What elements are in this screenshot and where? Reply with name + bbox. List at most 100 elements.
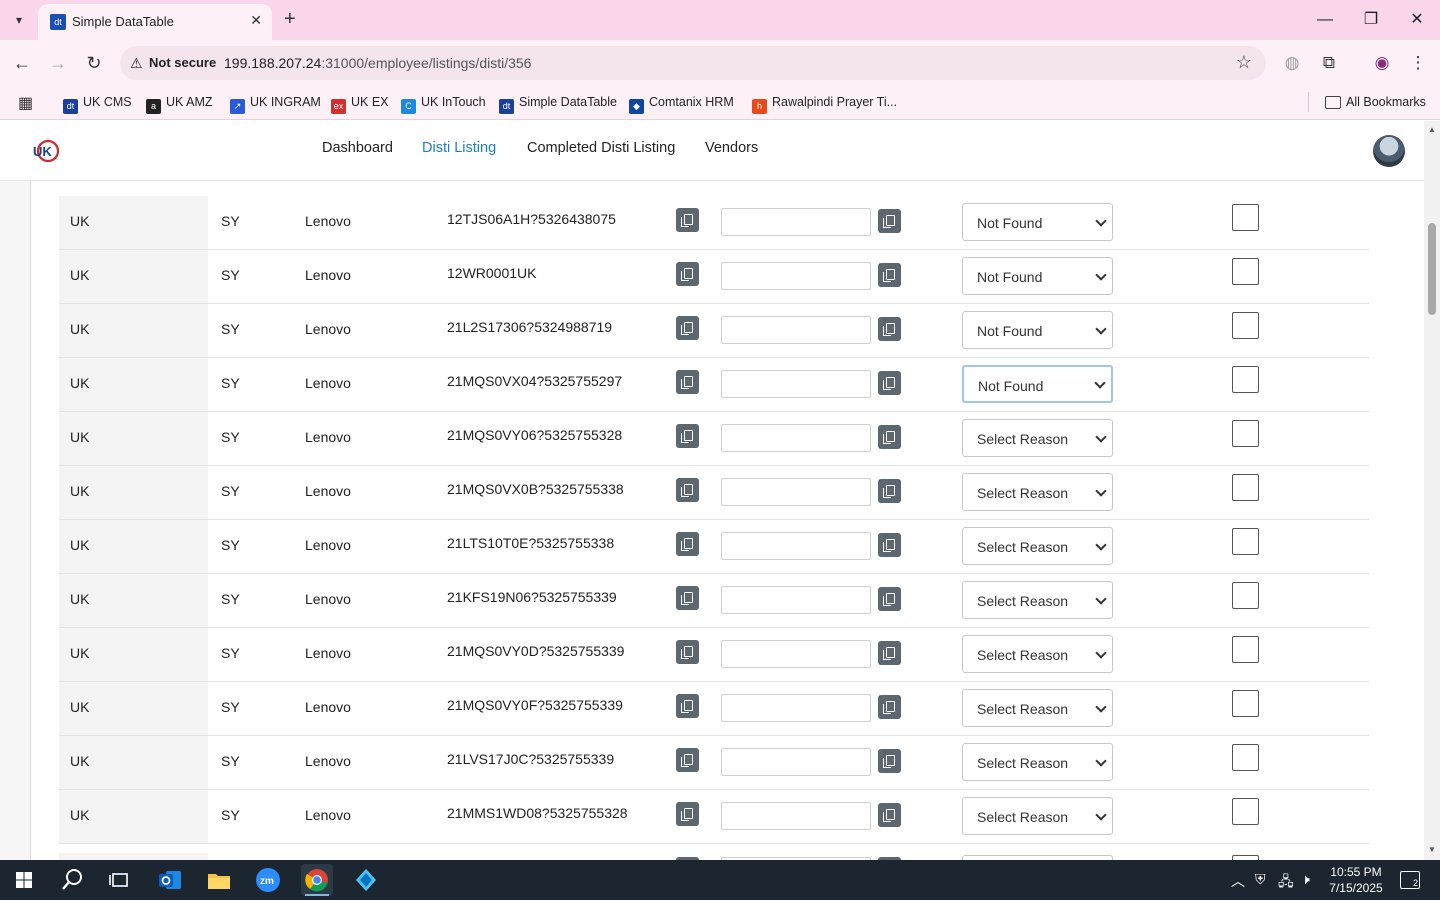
chrome-taskbar-button[interactable] — [301, 864, 333, 896]
reason-select[interactable]: Select Reason — [962, 473, 1113, 511]
reason-select[interactable]: Not Found — [962, 365, 1113, 403]
bookmark-item[interactable]: dt Simple DataTable — [499, 92, 617, 114]
reload-icon[interactable]: ↻ — [82, 51, 106, 75]
url-text[interactable]: 199.188.207.24:31000/employee/listings/d… — [224, 55, 531, 71]
minimize-icon[interactable]: — — [1313, 8, 1337, 32]
listing-input[interactable] — [721, 640, 871, 668]
copy-sku-button[interactable] — [676, 478, 699, 502]
network-icon[interactable]: 🖧 — [1278, 871, 1294, 895]
row-checkbox[interactable] — [1232, 528, 1259, 555]
reason-select[interactable]: Select Reason — [962, 797, 1113, 835]
paste-value-button[interactable] — [878, 425, 901, 449]
copy-sku-button[interactable] — [676, 424, 699, 448]
paste-value-button[interactable] — [878, 749, 901, 773]
copy-sku-button[interactable] — [676, 208, 699, 232]
listing-input[interactable] — [721, 262, 871, 290]
listing-input[interactable] — [721, 370, 871, 398]
task-view-icon[interactable] — [104, 864, 136, 896]
listing-input[interactable] — [721, 478, 871, 506]
forward-arrow-icon[interactable]: → — [46, 51, 70, 75]
profile-icon[interactable]: ◉ — [1370, 51, 1394, 75]
restore-icon[interactable]: ❐ — [1359, 8, 1383, 32]
extensions-puzzle-icon[interactable]: ⧉ — [1317, 51, 1341, 75]
back-arrow-icon[interactable]: ← — [10, 51, 34, 75]
scroll-down-icon[interactable]: ▼ — [1427, 845, 1437, 855]
row-checkbox[interactable] — [1232, 366, 1259, 393]
row-checkbox[interactable] — [1232, 474, 1259, 501]
nav-completed-disti-listing[interactable]: Completed Disti Listing — [527, 140, 675, 156]
zoom-icon[interactable]: zm — [252, 864, 284, 896]
reason-select[interactable]: Not Found — [962, 257, 1113, 295]
taskbar-clock[interactable]: 10:55 PM 7/15/2025 — [1324, 864, 1388, 896]
reason-select[interactable]: Select Reason — [962, 689, 1113, 727]
row-checkbox[interactable] — [1232, 690, 1259, 717]
file-explorer-icon[interactable] — [203, 864, 235, 896]
scroll-up-icon[interactable]: ▲ — [1427, 125, 1437, 135]
paste-value-button[interactable] — [878, 803, 901, 827]
copy-sku-button[interactable] — [676, 532, 699, 556]
row-checkbox[interactable] — [1232, 744, 1259, 771]
row-checkbox[interactable] — [1232, 204, 1259, 231]
address-bar[interactable]: ⚠ Not secure 199.188.207.24:31000/employ… — [120, 46, 1266, 80]
paste-value-button[interactable] — [878, 695, 901, 719]
window-close-icon[interactable]: ✕ — [1405, 8, 1429, 32]
copy-sku-button[interactable] — [676, 370, 699, 394]
reason-select[interactable]: Select Reason — [962, 527, 1113, 565]
copy-sku-button[interactable] — [676, 640, 699, 664]
show-hidden-icons-chevron-icon[interactable]: ︿ — [1231, 871, 1245, 891]
windows-start-icon[interactable] — [8, 864, 40, 896]
listing-input[interactable] — [721, 694, 871, 722]
browser-tab[interactable]: dt Simple DataTable ✕ — [38, 4, 272, 40]
user-avatar[interactable] — [1373, 135, 1405, 167]
bookmark-item[interactable]: ↗ UK INGRAM — [230, 92, 321, 114]
paste-value-button[interactable] — [878, 479, 901, 503]
paste-value-button[interactable] — [878, 317, 901, 341]
copy-sku-button[interactable] — [676, 316, 699, 340]
reason-select[interactable]: Not Found — [962, 203, 1113, 241]
listing-input[interactable] — [721, 532, 871, 560]
apps-grid-icon[interactable]: ▦ — [18, 93, 33, 113]
app-diamond-icon[interactable] — [350, 864, 382, 896]
reason-select[interactable]: Select Reason — [962, 581, 1113, 619]
bookmark-star-icon[interactable]: ☆ — [1236, 52, 1252, 73]
outlook-icon[interactable] — [154, 864, 186, 896]
nav-disti-listing[interactable]: Disti Listing — [422, 140, 496, 156]
kebab-menu-icon[interactable]: ⋮ — [1406, 51, 1430, 75]
listing-input[interactable] — [721, 802, 871, 830]
volume-muted-icon[interactable]: 🕨 — [1301, 871, 1310, 888]
paste-value-button[interactable] — [878, 263, 901, 287]
notification-center-icon[interactable]: 2 — [1400, 871, 1420, 889]
not-secure-label[interactable]: Not secure — [149, 55, 216, 70]
row-checkbox[interactable] — [1232, 420, 1259, 447]
copy-sku-button[interactable] — [676, 262, 699, 286]
listing-input[interactable] — [721, 208, 871, 236]
paste-value-button[interactable] — [878, 587, 901, 611]
search-icon[interactable] — [56, 864, 88, 896]
all-bookmarks[interactable]: All Bookmarks — [1325, 92, 1426, 112]
tab-close-icon[interactable]: ✕ — [250, 12, 262, 29]
row-checkbox[interactable] — [1232, 312, 1259, 339]
listing-input[interactable] — [721, 316, 871, 344]
copy-sku-button[interactable] — [676, 586, 699, 610]
row-checkbox[interactable] — [1232, 798, 1259, 825]
paste-value-button[interactable] — [878, 533, 901, 557]
tab-search-chevron-icon[interactable]: ▾ — [8, 10, 30, 30]
copy-sku-button[interactable] — [676, 694, 699, 718]
security-tray-icon[interactable]: ⛨ — [1255, 871, 1266, 888]
row-checkbox[interactable] — [1232, 636, 1259, 663]
page-scrollbar[interactable]: ▲ ▼ — [1424, 121, 1440, 860]
listing-input[interactable] — [721, 424, 871, 452]
nav-dashboard[interactable]: Dashboard — [322, 140, 393, 156]
nav-vendors[interactable]: Vendors — [705, 140, 758, 156]
bookmark-item[interactable]: ◆ Comtanix HRM — [629, 92, 734, 114]
copy-sku-button[interactable] — [676, 748, 699, 772]
reason-select[interactable]: Not Found — [962, 311, 1113, 349]
copy-sku-button[interactable] — [676, 802, 699, 826]
listing-input[interactable] — [721, 586, 871, 614]
new-tab-plus-icon[interactable]: + — [284, 8, 296, 30]
paste-value-button[interactable] — [878, 209, 901, 233]
reason-select[interactable]: Select Reason — [962, 419, 1113, 457]
bookmark-item[interactable]: h Rawalpindi Prayer Ti... — [752, 92, 897, 114]
bookmark-item[interactable]: ex UK EX — [331, 92, 389, 114]
bookmark-item[interactable]: a UK AMZ — [146, 92, 213, 114]
